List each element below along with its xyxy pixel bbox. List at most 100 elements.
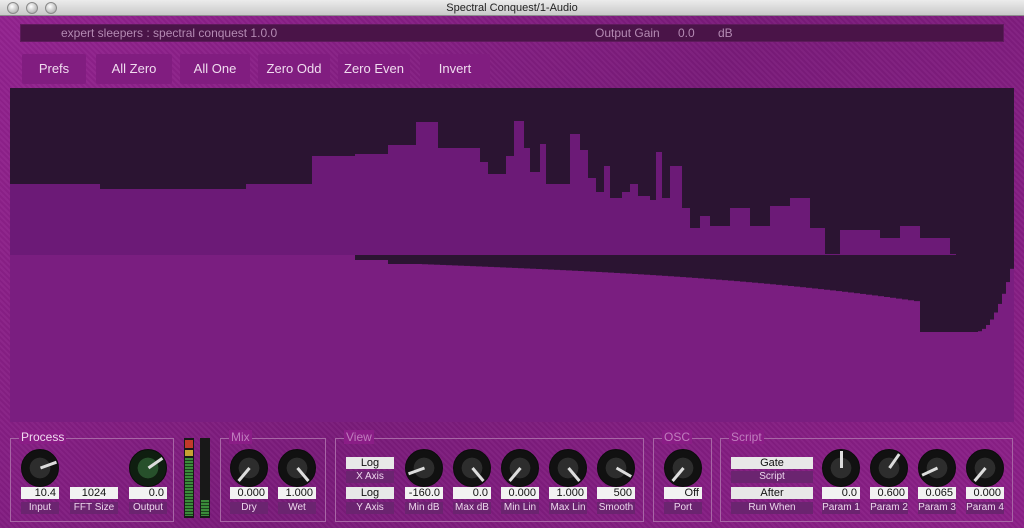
- spectrum-bar: [480, 162, 488, 255]
- mask-bar: [776, 284, 782, 422]
- mask-bar: [500, 267, 506, 422]
- param-2-value[interactable]: 0.600: [870, 487, 908, 499]
- mask-bar: [566, 270, 572, 422]
- param-4-value[interactable]: 0.000: [966, 487, 1004, 499]
- param-3-value[interactable]: 0.065: [918, 487, 956, 499]
- min-db-value[interactable]: -160.0: [405, 487, 443, 499]
- spectrum-bar: [514, 121, 524, 255]
- osc-panel: OSC Off Port: [653, 430, 712, 522]
- mask-bar: [824, 289, 830, 422]
- zero-even-button[interactable]: Zero Even: [338, 54, 410, 84]
- mask-bar: [986, 324, 990, 422]
- mask-bar: [1006, 282, 1010, 422]
- min-lin-value[interactable]: 0.000: [501, 487, 539, 499]
- spectrum-mask-bars[interactable]: [10, 255, 1014, 422]
- param-3-knob-pointer: [920, 466, 938, 477]
- mask-bar: [662, 275, 668, 422]
- param-1-knob[interactable]: [822, 449, 860, 487]
- input-level-meter: [184, 438, 194, 518]
- smooth-label: Smooth: [597, 502, 635, 514]
- param-1-value[interactable]: 0.0: [822, 487, 860, 499]
- min-db-knob[interactable]: [405, 449, 443, 487]
- spectrum-bar: [416, 122, 438, 255]
- dry-knob[interactable]: [230, 449, 268, 487]
- mask-bar: [578, 271, 584, 422]
- port-knob[interactable]: [664, 449, 702, 487]
- dry-value[interactable]: 0.000: [230, 487, 268, 499]
- max-db-knob[interactable]: [453, 449, 491, 487]
- spectrum-bar: [540, 144, 546, 255]
- mask-bar: [506, 267, 512, 422]
- spectrum-bar: [610, 198, 622, 255]
- spectrum-bar: [570, 134, 580, 255]
- mask-bar: [698, 278, 704, 422]
- y-axis-toggle[interactable]: Log: [346, 487, 394, 499]
- max-lin-knob[interactable]: [549, 449, 587, 487]
- min-lin-knob[interactable]: [501, 449, 539, 487]
- spectrum-canvas[interactable]: [10, 88, 1014, 422]
- all-zero-button[interactable]: All Zero: [96, 54, 172, 84]
- mask-bar: [1010, 268, 1014, 422]
- plugin-ident: expert sleepers : spectral conquest 1.0.…: [61, 26, 278, 40]
- spectrum-bar: [710, 226, 730, 255]
- close-window-button[interactable]: [7, 2, 19, 14]
- fft-size-value[interactable]: 1024: [70, 487, 118, 499]
- smooth-knob-pointer: [615, 466, 632, 478]
- x-axis-label: X Axis: [346, 471, 394, 483]
- mask-bar: [830, 290, 836, 422]
- spectrum-bar: [840, 230, 880, 255]
- mask-bar: [680, 277, 686, 422]
- zoom-window-button[interactable]: [45, 2, 57, 14]
- mask-bar: [464, 265, 470, 422]
- param-3-knob[interactable]: [918, 449, 956, 487]
- mask-bar: [100, 255, 246, 422]
- param-4-knob[interactable]: [966, 449, 1004, 487]
- output-label: Output: [129, 502, 167, 514]
- invert-button[interactable]: Invert: [420, 54, 490, 84]
- param-1-knob-pointer: [839, 451, 843, 468]
- max-lin-value[interactable]: 1.000: [549, 487, 587, 499]
- view-title: View: [344, 430, 374, 444]
- mask-bar: [990, 319, 994, 422]
- spectrum-bar: [100, 189, 246, 255]
- spectrum-magnitude-bars: [10, 121, 956, 255]
- dry-knob-pointer: [236, 467, 251, 482]
- port-value[interactable]: Off: [664, 487, 702, 499]
- mask-bar: [674, 276, 680, 422]
- zero-odd-button[interactable]: Zero Odd: [258, 54, 330, 84]
- mask-bar: [614, 272, 620, 422]
- mask-bar: [388, 264, 416, 422]
- mask-bar: [974, 332, 978, 422]
- smooth-value[interactable]: 500: [597, 487, 635, 499]
- mask-bar: [440, 264, 446, 422]
- mask-bar: [770, 284, 776, 422]
- param-2-knob-pointer: [887, 453, 900, 469]
- run-when-button[interactable]: After: [731, 487, 813, 499]
- all-one-button[interactable]: All One: [180, 54, 250, 84]
- gate-button[interactable]: Gate: [731, 457, 813, 469]
- script-title: Script: [729, 430, 764, 444]
- run-when-caption: Run When: [731, 502, 813, 514]
- spectrum-bar: [656, 152, 662, 255]
- mask-bar: [740, 281, 746, 422]
- mask-bar: [978, 331, 982, 422]
- prefs-button[interactable]: Prefs: [22, 54, 86, 84]
- output-knob[interactable]: [129, 449, 167, 487]
- input-knob[interactable]: [21, 449, 59, 487]
- input-value[interactable]: 10.4: [21, 487, 59, 499]
- mask-bar: [355, 260, 388, 422]
- mask-bar: [982, 328, 986, 422]
- max-db-value[interactable]: 0.0: [453, 487, 491, 499]
- spectrum-display[interactable]: [10, 88, 1014, 422]
- output-value[interactable]: 0.0: [129, 487, 167, 499]
- minimize-window-button[interactable]: [26, 2, 38, 14]
- port-knob-pointer: [670, 467, 685, 482]
- param-2-knob[interactable]: [870, 449, 908, 487]
- port-label: Port: [664, 502, 702, 514]
- param-4-knob-pointer: [972, 467, 987, 482]
- min-lin-knob-pointer: [507, 467, 522, 482]
- smooth-knob[interactable]: [597, 449, 635, 487]
- x-axis-toggle[interactable]: Log: [346, 457, 394, 469]
- wet-knob[interactable]: [278, 449, 316, 487]
- wet-value[interactable]: 1.000: [278, 487, 316, 499]
